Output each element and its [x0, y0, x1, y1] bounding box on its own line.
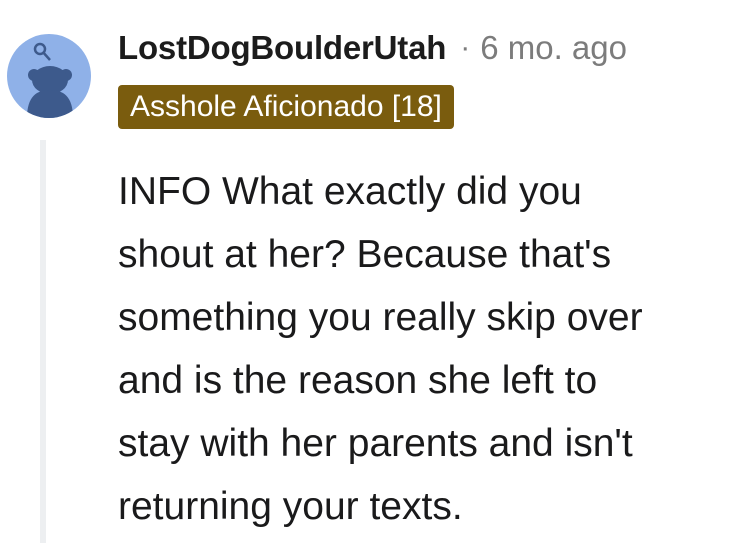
comment: LostDogBoulderUtah · 6 mo. ago Asshole A…: [0, 0, 750, 543]
comment-body-line: INFO What exactly did you: [118, 170, 582, 213]
comment-body-line: returning your texts.: [118, 485, 463, 528]
comment-body-line: shout at her? Because that's: [118, 233, 612, 276]
username-link[interactable]: LostDogBoulderUtah: [118, 29, 446, 67]
timestamp[interactable]: 6 mo. ago: [480, 29, 627, 67]
comment-body-line: stay with her parents and isn't: [118, 422, 633, 465]
comment-body: INFO What exactly did you shout at her? …: [118, 160, 743, 538]
meta-separator: ·: [460, 31, 471, 64]
comment-body-line: something you really skip over: [118, 296, 643, 339]
comment-header: LostDogBoulderUtah · 6 mo. ago: [118, 24, 627, 72]
comment-body-line: and is the reason she left to: [118, 359, 598, 402]
user-flair-badge: Asshole Aficionado [18]: [118, 85, 454, 129]
thread-collapse-line[interactable]: [40, 140, 46, 543]
avatar[interactable]: [7, 34, 91, 118]
reddit-snoo-icon: [27, 42, 73, 118]
